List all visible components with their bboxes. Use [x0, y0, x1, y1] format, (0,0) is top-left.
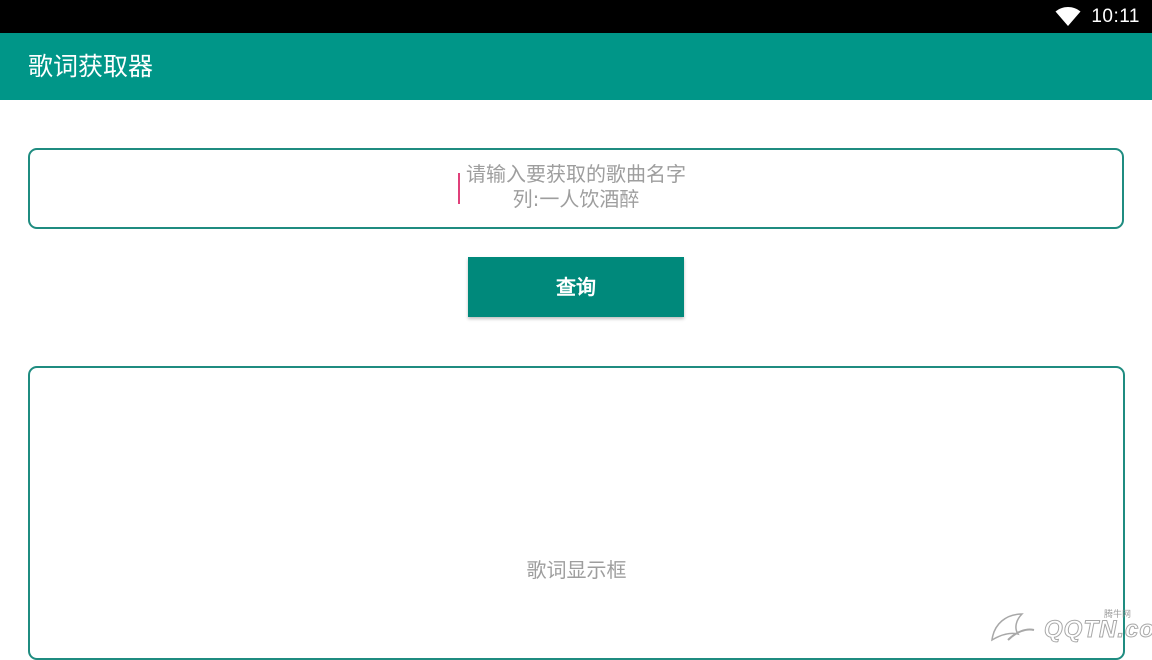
wifi-icon: [1055, 6, 1081, 26]
watermark-logo: 腾牛网 QQTN.com: [986, 606, 1152, 646]
app-bar: 歌词获取器: [0, 33, 1152, 100]
query-button[interactable]: 查询: [468, 257, 684, 317]
song-name-input[interactable]: 请输入要获取的歌曲名字 列:一人饮酒醉: [28, 148, 1124, 229]
placeholder-line-1: 请输入要获取的歌曲名字: [466, 162, 686, 186]
lyrics-placeholder: 歌词显示框: [526, 558, 627, 582]
placeholder-line-2: 列:一人饮酒醉: [512, 187, 640, 211]
song-input-placeholder: 请输入要获取的歌曲名字 列:一人饮酒醉: [30, 162, 1122, 212]
watermark-text: QQTN.com: [1043, 616, 1152, 644]
text-cursor: [458, 173, 460, 204]
leaf-logo-icon: [991, 613, 1035, 642]
app-title: 歌词获取器: [28, 52, 154, 81]
lyrics-display-box[interactable]: 歌词显示框: [28, 366, 1125, 660]
status-bar: 10:11: [0, 0, 1152, 33]
status-time: 10:11: [1091, 5, 1140, 27]
status-right: 10:11: [1055, 0, 1140, 33]
